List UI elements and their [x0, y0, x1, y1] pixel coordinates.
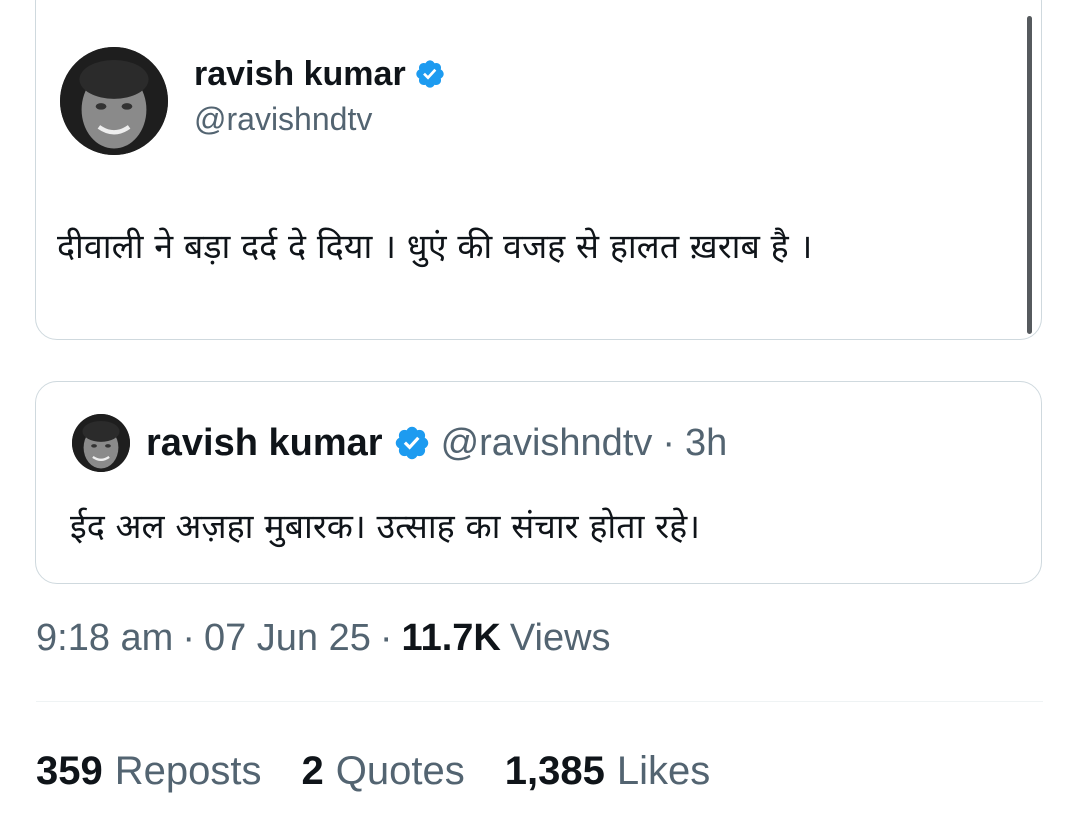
scrollbar[interactable]: [1027, 16, 1032, 334]
avatar-photo: [72, 414, 130, 472]
likes-count: 1,385: [504, 748, 605, 793]
quoted-author-handle[interactable]: @ravishndtv: [441, 422, 653, 465]
quotes-count: 2: [301, 748, 324, 793]
quoted-avatar[interactable]: [72, 414, 130, 472]
tweet-meta: 9:18 am · 07 Jun 25 · 11.7K Views: [36, 613, 611, 663]
quoted-timestamp[interactable]: 3h: [685, 422, 727, 465]
separator-dot: ·: [182, 616, 195, 659]
reposts-stat[interactable]: 359 Reposts: [36, 749, 262, 794]
reposts-count: 359: [36, 748, 103, 793]
post-date[interactable]: 07 Jun 25: [204, 617, 371, 660]
separator-dot: ·: [662, 421, 675, 464]
separator-dot: ·: [379, 616, 393, 659]
quoted-tweet-card[interactable]: [35, 381, 1042, 584]
avatar-photo: [60, 47, 168, 155]
avatar[interactable]: [60, 47, 168, 155]
verified-badge-icon[interactable]: [414, 58, 446, 90]
quotes-stat[interactable]: 2 Quotes: [302, 749, 465, 794]
verified-badge-icon[interactable]: [393, 424, 431, 462]
tweet-text: दीवाली ने बड़ा दर्द दे दिया । धुएं की वज…: [57, 227, 813, 267]
quoted-tweet-text: ईद अल अज़हा मुबारक। उत्साह का संचार होता…: [70, 507, 701, 547]
views-count[interactable]: 11.7K: [402, 617, 501, 660]
reposts-label: Reposts: [114, 748, 262, 793]
engagement-stats: 359 Reposts 2 Quotes 1,385 Likes: [36, 745, 750, 797]
author-handle[interactable]: @ravishndtv: [194, 101, 372, 138]
likes-label: Likes: [616, 748, 711, 793]
quotes-label: Quotes: [335, 748, 465, 793]
views-label[interactable]: Views: [510, 617, 611, 660]
author-name[interactable]: ravish kumar: [194, 55, 406, 94]
tweet-card[interactable]: [35, 0, 1042, 340]
quoted-author-name[interactable]: ravish kumar: [146, 422, 383, 465]
quoted-tweet-header: ravish kumar @ravishndtv · 3h: [146, 418, 727, 468]
post-time[interactable]: 9:18 am: [36, 617, 173, 660]
author-name-row[interactable]: ravish kumar: [194, 52, 446, 96]
divider: [36, 701, 1043, 702]
likes-stat[interactable]: 1,385 Likes: [505, 749, 711, 794]
